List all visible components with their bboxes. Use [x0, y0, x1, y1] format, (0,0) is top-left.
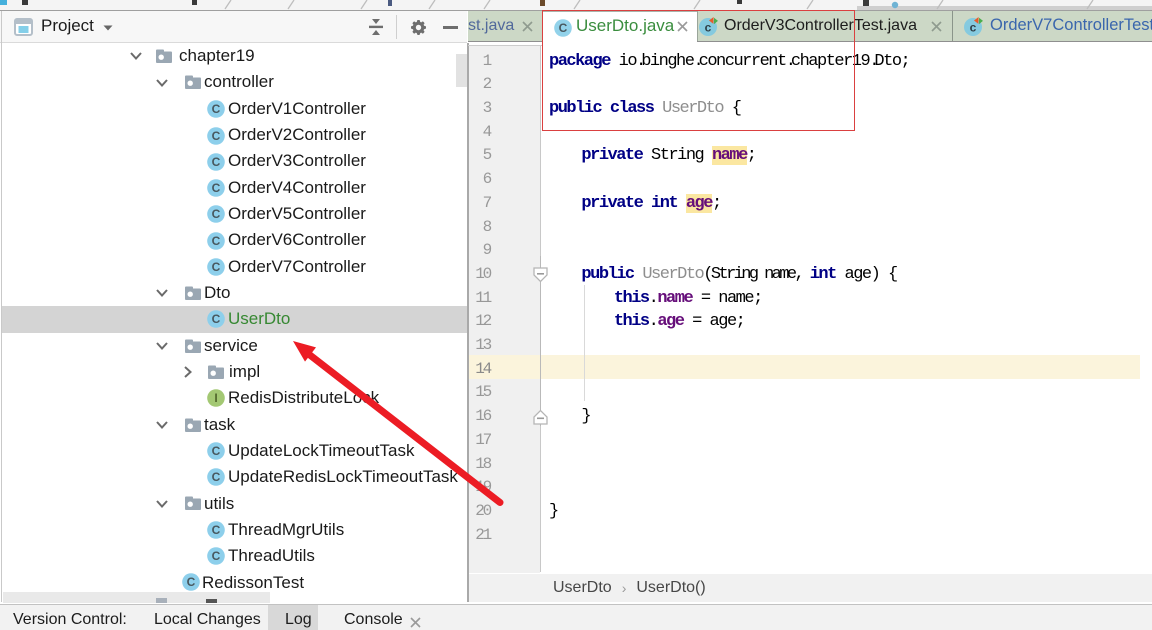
svg-text:C: C [212, 181, 221, 195]
svg-text:C: C [212, 102, 221, 116]
svg-text:C: C [212, 129, 221, 143]
svg-text:C: C [212, 523, 221, 537]
svg-text:C: C [212, 312, 221, 326]
svg-text:C: C [187, 575, 196, 589]
svg-text:C: C [212, 260, 221, 274]
svg-text:C: C [212, 155, 221, 169]
svg-text:C: C [212, 470, 221, 484]
svg-text:C: C [212, 234, 221, 248]
svg-text:C: C [212, 549, 221, 563]
svg-text:c: c [970, 21, 977, 35]
svg-text:C: C [212, 207, 221, 221]
svg-text:C: C [212, 444, 221, 458]
svg-text:I: I [214, 391, 217, 405]
